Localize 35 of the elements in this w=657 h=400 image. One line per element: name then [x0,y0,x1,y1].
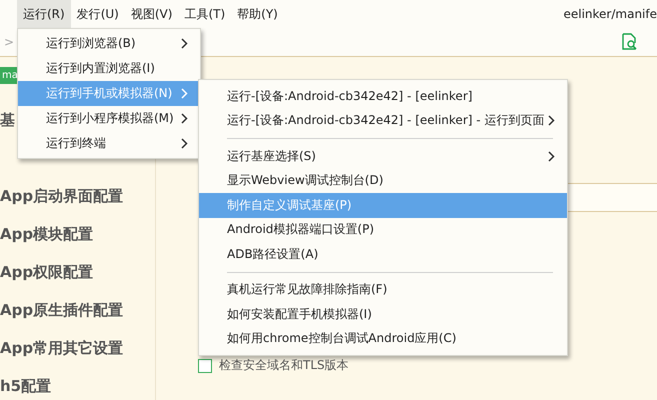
chevron-right-icon [548,150,555,162]
menu-item[interactable]: 如何安装配置手机模拟器(I) [199,302,567,326]
menu-item[interactable]: 显示Webview调试控制台(D) [199,168,567,193]
sidebar-item[interactable]: App模块配置 [0,215,155,253]
chevron-right-icon [181,138,188,149]
sidebar-item[interactable]: h5配置 [0,367,155,400]
menu-item[interactable]: Android模拟器端口设置(P) [199,218,567,242]
menu-item[interactable]: 运行基座选择(S) [199,144,567,168]
menu-bar-item[interactable]: 运行(R) [17,0,71,28]
menu-item[interactable]: 运行-[设备:Android-cb342e42] - [eelinker] - 运行到页面 [199,108,567,133]
menu-item[interactable]: 运行-[设备:Android-cb342e42] - [eelinker] [199,84,567,108]
sidebar-item[interactable]: App常用其它设置 [0,329,155,367]
menu-item[interactable]: 如何用chrome控制台调试Android应用(C) [199,326,567,351]
menu-item[interactable]: 运行到浏览器(B) [18,31,200,56]
chevron-right-icon [181,113,188,124]
checkbox-label: 检查安全域名和TLS版本 [219,357,349,374]
menu-item[interactable]: 运行到终端 [18,131,200,156]
sidebar-item[interactable]: App启动界面配置 [0,177,155,215]
menu-item[interactable]: ADB路径设置(A) [199,242,567,266]
menu-item[interactable]: 运行到内置浏览器(I) [18,56,200,81]
input-field[interactable] [568,183,657,212]
file-path: eelinker/manife [563,7,657,21]
checkbox[interactable] [198,358,212,372]
menu-item[interactable]: 真机运行常见故障排除指南(F) [199,278,567,302]
menu-item[interactable]: 运行到小程序模拟器(M) [18,106,200,131]
sidebar-item[interactable]: App原生插件配置 [0,291,155,329]
menu-bar-item[interactable]: 视图(V) [124,0,178,28]
sidebar-item[interactable]: App权限配置 [0,253,155,291]
menu-bar-item[interactable]: 发行(U) [70,0,125,28]
menu-bar-item[interactable]: 帮助(Y) [231,0,284,28]
chevron-right-icon [181,88,188,99]
chevron-right-icon [181,38,188,49]
chevron-right-icon [548,115,555,126]
menu-bar-item[interactable]: 工具(T) [178,0,232,28]
file-search-icon[interactable] [621,33,639,51]
